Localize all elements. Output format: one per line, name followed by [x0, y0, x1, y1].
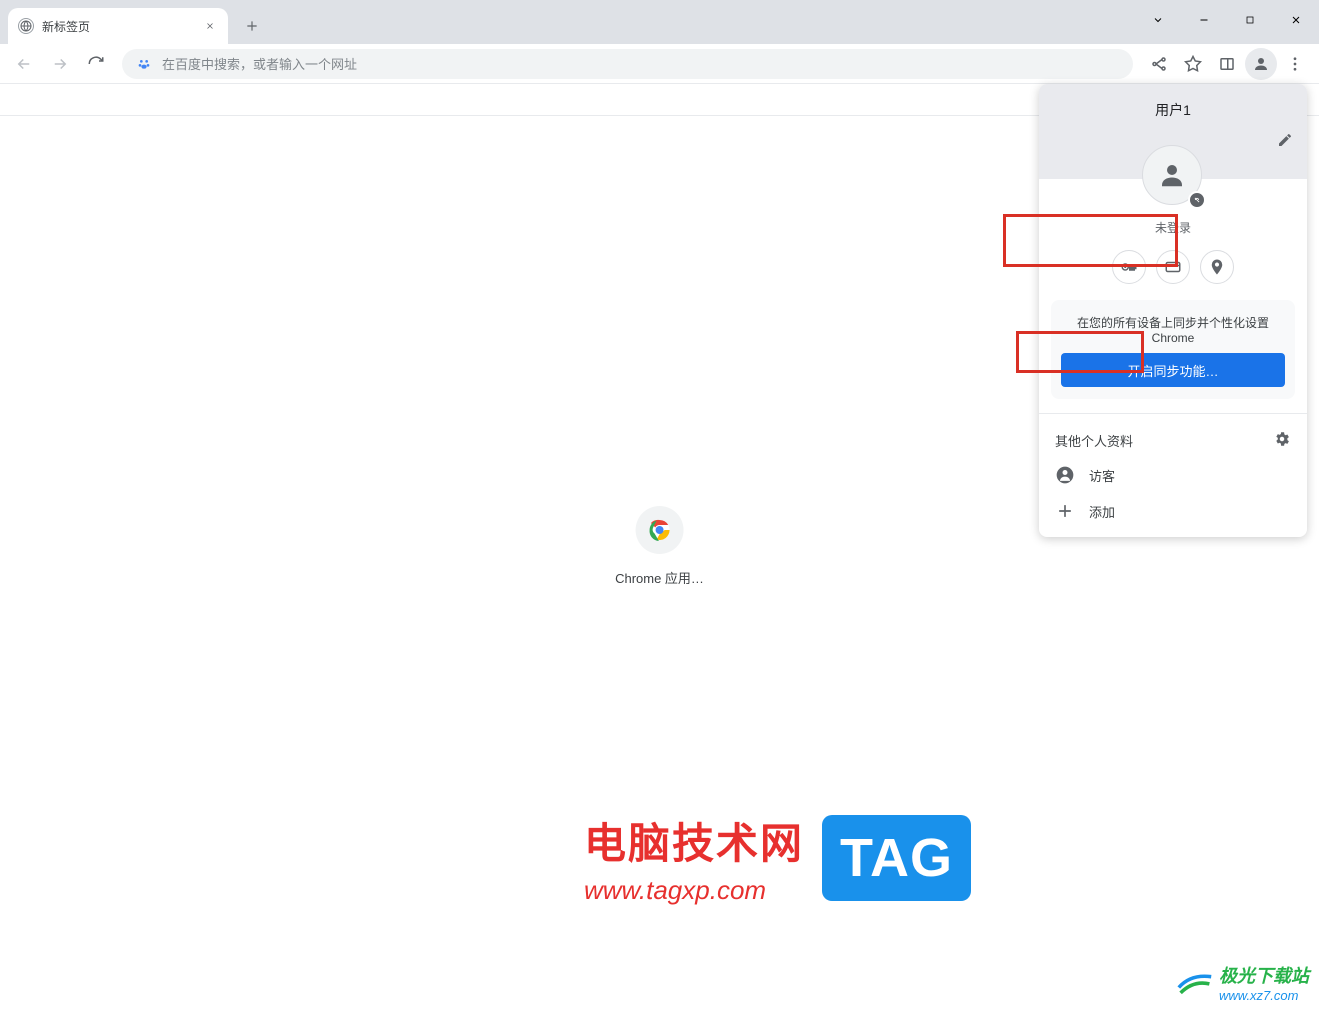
minimize-button[interactable]	[1181, 0, 1227, 40]
watermark-tag-badge: TAG	[822, 815, 971, 901]
back-button[interactable]	[8, 48, 40, 80]
addresses-pin-icon[interactable]	[1200, 250, 1234, 284]
window-controls	[1135, 0, 1319, 40]
profile-avatar-button[interactable]	[1245, 48, 1277, 80]
add-label: 添加	[1089, 502, 1115, 521]
watermark-title: 电脑技术网	[584, 810, 804, 871]
chrome-icon	[635, 506, 683, 554]
close-window-button[interactable]	[1273, 0, 1319, 40]
passwords-key-icon[interactable]	[1112, 250, 1146, 284]
guest-icon	[1055, 465, 1075, 485]
browser-tab[interactable]: 新标签页	[8, 8, 228, 44]
sync-promo-box: 在您的所有设备上同步并个性化设置 Chrome 开启同步功能…	[1051, 300, 1295, 399]
tab-title: 新标签页	[42, 18, 90, 35]
profile-menu: 用户1 未登录 在您的所有设备上同步并个性化设置 Chrome 开启同步功能…	[1039, 84, 1307, 537]
profile-username: 用户1	[1039, 100, 1307, 120]
watermark-xz7: 极光下载站 www.xz7.com	[1177, 962, 1309, 1003]
new-tab-button[interactable]	[238, 12, 266, 40]
gear-icon[interactable]	[1273, 430, 1291, 451]
paw-icon	[136, 56, 152, 72]
profile-status: 未登录	[1039, 219, 1307, 236]
watermark-url: www.tagxp.com	[584, 875, 804, 906]
reload-button[interactable]	[80, 48, 112, 80]
menu-icon[interactable]	[1279, 48, 1311, 80]
enable-sync-button[interactable]: 开启同步功能…	[1061, 353, 1285, 387]
other-profiles-title: 其他个人资料	[1055, 431, 1133, 450]
side-panel-icon[interactable]	[1211, 48, 1243, 80]
address-bar[interactable]: 在百度中搜索，或者输入一个网址	[122, 49, 1133, 79]
edit-icon[interactable]	[1277, 132, 1293, 153]
watermark-tagxp: 电脑技术网 www.tagxp.com TAG	[584, 810, 971, 906]
bookmark-star-icon[interactable]	[1177, 48, 1209, 80]
sync-text-1: 在您的所有设备上同步并个性化设置	[1061, 314, 1285, 331]
sync-off-badge-icon	[1188, 191, 1206, 209]
watermark2-url: www.xz7.com	[1219, 988, 1309, 1003]
close-icon[interactable]	[202, 18, 218, 34]
profile-menu-header: 用户1	[1039, 84, 1307, 179]
guest-profile-item[interactable]: 访客	[1039, 457, 1307, 493]
profile-sync-icons	[1039, 250, 1307, 284]
chevron-down-icon[interactable]	[1135, 0, 1181, 40]
plus-icon	[1055, 501, 1075, 521]
shortcut-label: Chrome 应用…	[615, 568, 704, 587]
swoosh-icon	[1177, 968, 1213, 998]
forward-button[interactable]	[44, 48, 76, 80]
sync-text-2: Chrome	[1061, 331, 1285, 345]
titlebar: 新标签页	[0, 0, 1319, 44]
add-profile-item[interactable]: 添加	[1039, 493, 1307, 537]
chrome-apps-shortcut[interactable]: Chrome 应用…	[615, 506, 704, 587]
guest-label: 访客	[1089, 466, 1115, 485]
globe-icon	[18, 18, 34, 34]
share-icon[interactable]	[1143, 48, 1175, 80]
other-profiles-header: 其他个人资料	[1039, 414, 1307, 457]
omnibox-placeholder: 在百度中搜索，或者输入一个网址	[162, 54, 357, 73]
payment-card-icon[interactable]	[1156, 250, 1190, 284]
toolbar: 在百度中搜索，或者输入一个网址	[0, 44, 1319, 84]
watermark2-title: 极光下载站	[1219, 962, 1309, 988]
maximize-button[interactable]	[1227, 0, 1273, 40]
